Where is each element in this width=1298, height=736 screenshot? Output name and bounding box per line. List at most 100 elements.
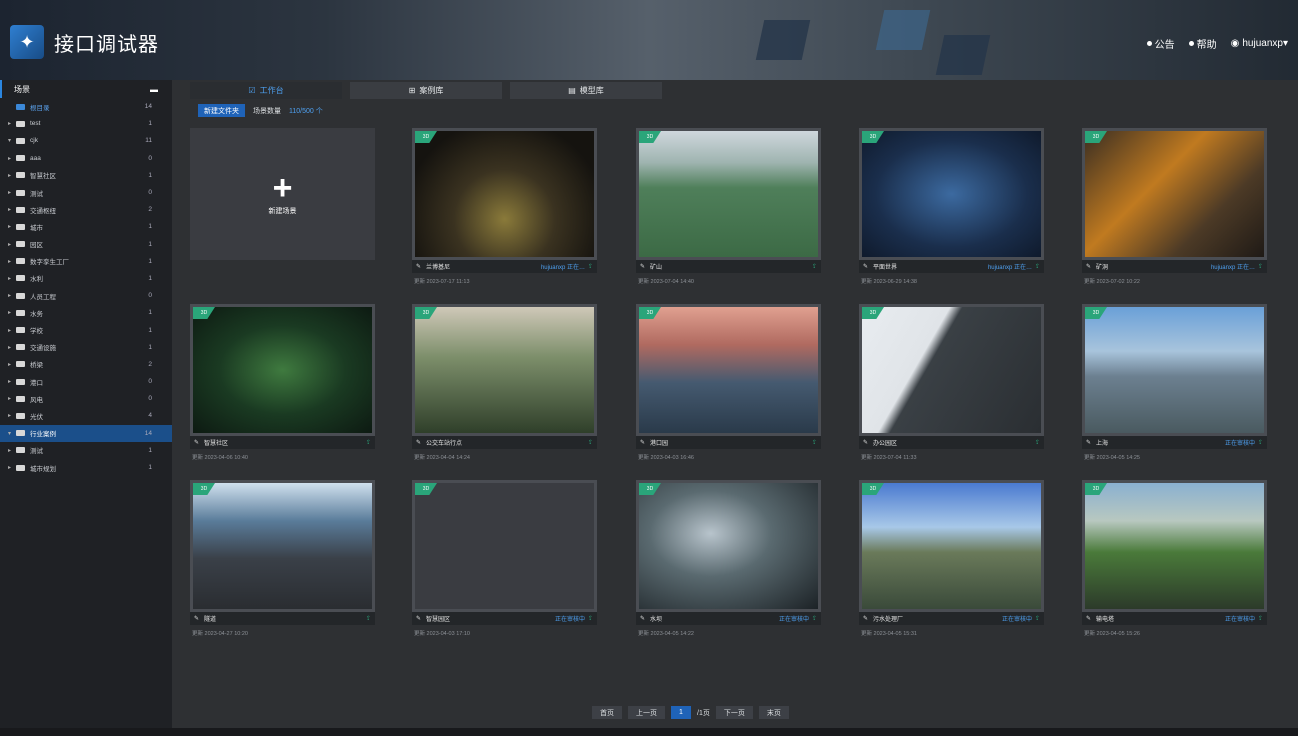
scene-thumbnail[interactable]: 3D	[190, 304, 375, 436]
prev-page-button[interactable]: 上一页	[628, 706, 665, 719]
scene-card[interactable]: 3D ✎ 上海 正在审核中 ⇪ 更新 2023-04-05 14:25	[1082, 304, 1267, 461]
chevron-icon[interactable]: ▸	[8, 223, 16, 230]
sidebar-item[interactable]: ▸ test 1	[0, 115, 172, 132]
chevron-icon[interactable]: ▸	[8, 206, 16, 213]
new-folder-button[interactable]: 新建文件夹	[198, 104, 245, 117]
sidebar-item[interactable]: ▸ 城市 1	[0, 218, 172, 235]
scene-card[interactable]: 3D ✎ 矿山 ⇪ 更新 2023-07-04 14:40	[636, 128, 821, 285]
chevron-icon[interactable]: ▸	[8, 412, 16, 419]
share-icon[interactable]: ⇪	[1035, 439, 1040, 446]
sidebar-item[interactable]: ▸ 交通设施 1	[0, 339, 172, 356]
share-icon[interactable]: ⇪	[812, 263, 817, 270]
scene-card[interactable]: 3D ✎ 矿洞 hujuanxp 正在… ⇪ 更新 2023-07-02 10:22	[1082, 128, 1267, 285]
edit-icon[interactable]: ✎	[863, 615, 873, 622]
tab-case-library[interactable]: ⊞ 案例库	[350, 82, 502, 99]
edit-icon[interactable]: ✎	[416, 263, 426, 270]
scene-card[interactable]: 3D ✎ 办公园区 ⇪ 更新 2023-07-04 11:33	[859, 304, 1044, 461]
chevron-icon[interactable]: ▸	[8, 361, 16, 368]
chevron-icon[interactable]: ▾	[8, 430, 16, 437]
chevron-icon[interactable]: ▸	[8, 189, 16, 196]
share-icon[interactable]: ⇪	[588, 615, 593, 622]
scene-thumbnail[interactable]: 3D	[1082, 128, 1267, 260]
sidebar-item[interactable]: ▸ 智慧社区 1	[0, 167, 172, 184]
scene-card[interactable]: 3D ✎ 智慧园区 正在审核中 ⇪ 更新 2023-04-03 17:10	[412, 480, 597, 637]
help-link[interactable]: 帮助	[1188, 36, 1217, 51]
sidebar-item[interactable]: ▸ 港口 0	[0, 373, 172, 390]
scene-thumbnail[interactable]: 3D	[412, 304, 597, 436]
scene-card[interactable]: 3D ✎ 输电塔 正在审核中 ⇪ 更新 2023-04-05 15:26	[1082, 480, 1267, 637]
sidebar-item[interactable]: ▾ cjk 11	[0, 132, 172, 149]
sidebar-item[interactable]: ▸ 测试 1	[0, 442, 172, 459]
new-scene-tile[interactable]: + 新建场景	[190, 128, 375, 260]
scene-thumbnail[interactable]: 3D	[859, 480, 1044, 612]
folder-add-icon[interactable]: ▬	[150, 85, 158, 94]
chevron-icon[interactable]: ▸	[8, 120, 16, 127]
first-page-button[interactable]: 首页	[592, 706, 622, 719]
share-icon[interactable]: ⇪	[1258, 615, 1263, 622]
chevron-icon[interactable]: ▸	[8, 258, 16, 265]
scene-card[interactable]: 3D ✎ 公交车站行点 ⇪ 更新 2023-04-04 14:24	[412, 304, 597, 461]
sidebar-item[interactable]: ▸ 风电 0	[0, 390, 172, 407]
share-icon[interactable]: ⇪	[812, 615, 817, 622]
share-icon[interactable]: ⇪	[1035, 615, 1040, 622]
edit-icon[interactable]: ✎	[640, 615, 650, 622]
chevron-icon[interactable]: ▸	[8, 378, 16, 385]
scene-card[interactable]: 3D ✎ 水坝 正在审核中 ⇪ 更新 2023-04-05 14:22	[636, 480, 821, 637]
app-logo[interactable]: ✦ 接口调试器	[10, 20, 210, 64]
chevron-icon[interactable]: ▾	[8, 137, 16, 144]
scene-card[interactable]: 3D ✎ 污水处理厂 正在审核中 ⇪ 更新 2023-04-05 15:31	[859, 480, 1044, 637]
chevron-icon[interactable]: ▸	[8, 292, 16, 299]
sidebar-item[interactable]: ▸ 水务 1	[0, 304, 172, 321]
sidebar-item[interactable]: ▸ aaa 0	[0, 150, 172, 167]
edit-icon[interactable]: ✎	[1086, 263, 1096, 270]
notice-link[interactable]: 公告	[1146, 36, 1175, 51]
edit-icon[interactable]: ✎	[863, 439, 873, 446]
share-icon[interactable]: ⇪	[588, 439, 593, 446]
sidebar-item[interactable]: ▸ 交通枢纽 2	[0, 201, 172, 218]
user-menu[interactable]: ◉ hujuanxp▾	[1231, 38, 1288, 49]
chevron-icon[interactable]: ▸	[8, 327, 16, 334]
last-page-button[interactable]: 末页	[758, 706, 789, 719]
edit-icon[interactable]: ✎	[1086, 439, 1096, 446]
edit-icon[interactable]: ✎	[1086, 615, 1096, 622]
scene-thumbnail[interactable]: 3D	[636, 304, 821, 436]
share-icon[interactable]: ⇪	[812, 439, 817, 446]
edit-icon[interactable]: ✎	[416, 615, 426, 622]
sidebar-item[interactable]: ▸ 水利 1	[0, 270, 172, 287]
next-page-button[interactable]: 下一页	[715, 706, 753, 719]
chevron-icon[interactable]: ▸	[8, 172, 16, 179]
sidebar-item[interactable]: ▸ 测试 0	[0, 184, 172, 201]
scene-thumbnail[interactable]: 3D	[190, 480, 375, 612]
edit-icon[interactable]: ✎	[194, 439, 204, 446]
tab-workspace[interactable]: ☑ 工作台	[190, 82, 342, 99]
sidebar-item[interactable]: ▾ 行业案例 14	[0, 424, 172, 442]
share-icon[interactable]: ⇪	[366, 615, 371, 622]
share-icon[interactable]: ⇪	[1035, 263, 1040, 270]
current-page[interactable]: 1	[671, 706, 691, 719]
sidebar-item[interactable]: ▸ 光伏 4	[0, 407, 172, 424]
scene-thumbnail[interactable]: 3D	[859, 304, 1044, 436]
new-scene-card[interactable]: + 新建场景	[190, 128, 375, 260]
scene-thumbnail[interactable]: 3D	[412, 128, 597, 260]
sidebar-item[interactable]: ▸ 园区 1	[0, 236, 172, 253]
scene-card[interactable]: 3D ✎ 隧道 ⇪ 更新 2023-04-27 10:20	[190, 480, 375, 637]
sidebar-item[interactable]: ▸ 人员工程 0	[0, 287, 172, 304]
chevron-icon[interactable]: ▸	[8, 447, 16, 454]
sidebar-item[interactable]: 根目录 14	[0, 98, 172, 115]
scene-thumbnail[interactable]: 3D	[636, 128, 821, 260]
chevron-icon[interactable]: ▸	[8, 155, 16, 162]
scene-card[interactable]: 3D ✎ 平面世界 hujuanxp 正在… ⇪ 更新 2023-06-29 14:38	[859, 128, 1044, 285]
edit-icon[interactable]: ✎	[640, 263, 650, 270]
sidebar-item[interactable]: ▸ 城市规划 1	[0, 459, 172, 476]
scene-thumbnail[interactable]: 3D	[859, 128, 1044, 260]
chevron-icon[interactable]: ▸	[8, 241, 16, 248]
share-icon[interactable]: ⇪	[1258, 439, 1263, 446]
scene-thumbnail[interactable]: 3D	[1082, 304, 1267, 436]
share-icon[interactable]: ⇪	[1258, 263, 1263, 270]
scene-thumbnail[interactable]: 3D	[412, 480, 597, 612]
chevron-icon[interactable]: ▸	[8, 275, 16, 282]
scene-thumbnail[interactable]: 3D	[636, 480, 821, 612]
chevron-icon[interactable]: ▸	[8, 395, 16, 402]
share-icon[interactable]: ⇪	[588, 263, 593, 270]
tab-model-library[interactable]: ▤ 模型库	[510, 82, 662, 99]
